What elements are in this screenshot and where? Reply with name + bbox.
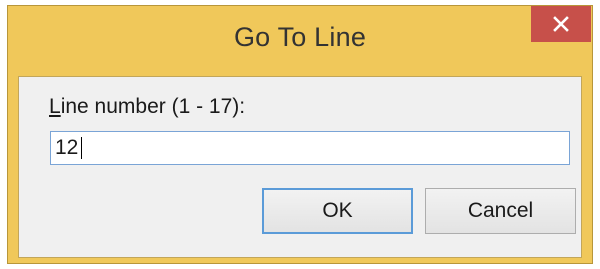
line-number-input[interactable] — [50, 131, 570, 165]
ok-button[interactable]: OK — [262, 188, 413, 234]
close-button[interactable] — [531, 6, 591, 42]
label-text: ine number (1 - 17): — [60, 95, 246, 118]
line-number-label: Line number (1 - 17): — [49, 95, 245, 119]
dialog-body: Line number (1 - 17): OK Cancel — [18, 76, 582, 258]
cancel-button[interactable]: Cancel — [425, 188, 576, 234]
title-bar[interactable]: Go To Line — [8, 6, 592, 76]
close-icon — [553, 16, 569, 32]
text-caret — [81, 137, 82, 159]
dialog-title: Go To Line — [233, 22, 367, 52]
label-accelerator: L — [49, 95, 61, 118]
go-to-line-dialog: Go To Line Line number (1 - 17): OK Canc… — [7, 5, 593, 264]
